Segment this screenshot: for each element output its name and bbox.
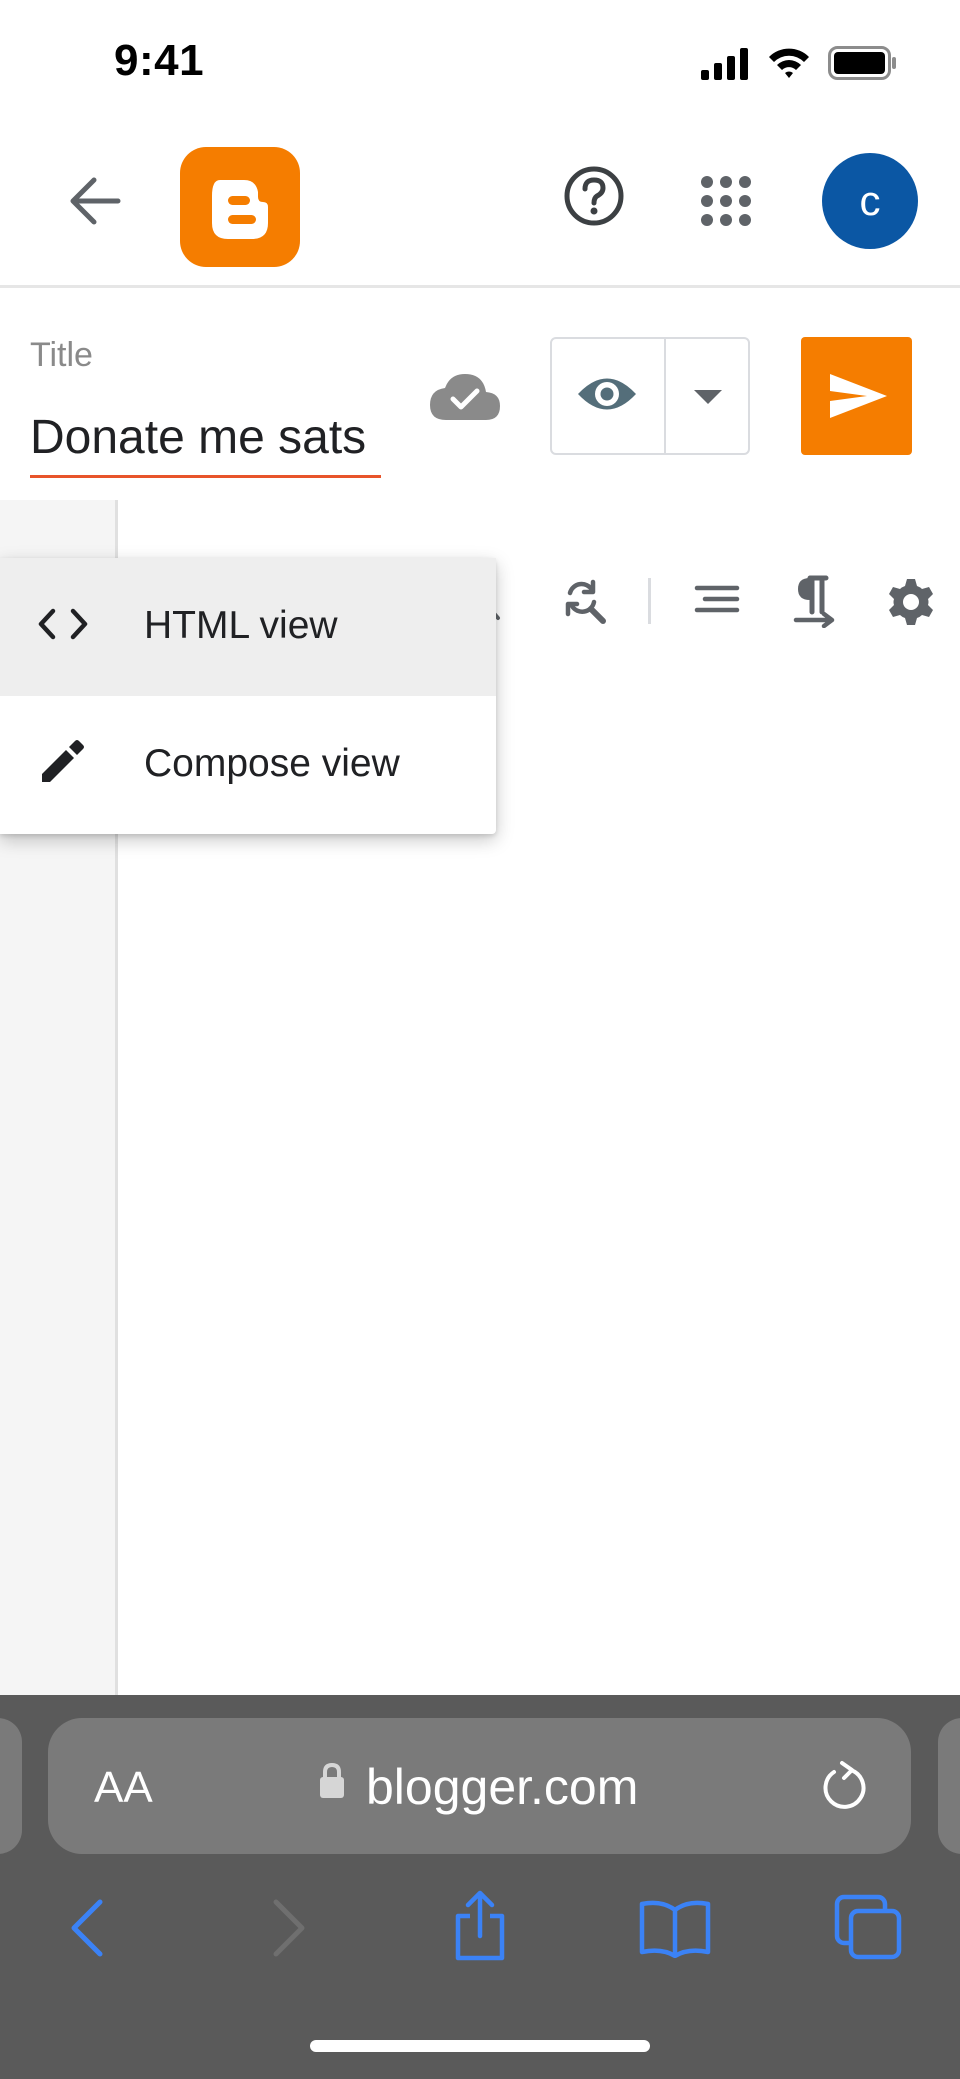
dropdown-arrow-icon[interactable] bbox=[692, 388, 724, 406]
back-arrow-icon[interactable] bbox=[66, 174, 122, 228]
menu-item-html-view[interactable]: HTML view bbox=[0, 558, 496, 696]
editor-view-menu: HTML view Compose view bbox=[0, 558, 496, 834]
settings-gear-icon[interactable] bbox=[886, 577, 936, 627]
reload-icon[interactable] bbox=[820, 1760, 870, 1812]
title-underline bbox=[30, 475, 381, 478]
browser-forward-icon bbox=[268, 1898, 308, 1958]
help-icon[interactable] bbox=[563, 165, 625, 227]
apps-grid-icon[interactable] bbox=[700, 175, 752, 227]
code-icon bbox=[38, 605, 88, 643]
header-divider bbox=[0, 285, 960, 288]
status-time: 9:41 bbox=[114, 36, 205, 85]
title-input[interactable]: Donate me sats bbox=[30, 410, 366, 465]
home-indicator bbox=[310, 2040, 650, 2052]
title-label: Title bbox=[30, 336, 93, 374]
menu-item-label: HTML view bbox=[144, 604, 338, 647]
text-size-button[interactable]: AA bbox=[94, 1763, 153, 1813]
battery-icon bbox=[828, 46, 898, 80]
menu-item-compose-view[interactable]: Compose view bbox=[0, 696, 496, 834]
text-size-label: AA bbox=[94, 1763, 153, 1812]
url-text[interactable]: blogger.com bbox=[366, 1758, 638, 1816]
lock-icon bbox=[318, 1762, 346, 1800]
blogger-logo[interactable] bbox=[180, 147, 300, 267]
bookmarks-icon[interactable] bbox=[638, 1898, 712, 1958]
pencil-icon bbox=[40, 738, 86, 784]
menu-item-label: Compose view bbox=[144, 742, 400, 785]
search-replace-icon[interactable] bbox=[558, 576, 608, 626]
preview-eye-icon[interactable] bbox=[576, 371, 638, 417]
tabs-icon[interactable] bbox=[834, 1894, 904, 1962]
toolbar-separator bbox=[648, 578, 651, 624]
cellular-signal-icon bbox=[700, 48, 750, 80]
format-align-icon[interactable] bbox=[694, 584, 740, 618]
wifi-icon bbox=[766, 46, 812, 80]
previous-tab-peek[interactable] bbox=[0, 1718, 22, 1854]
publish-button[interactable] bbox=[801, 337, 912, 455]
account-avatar[interactable]: c bbox=[822, 153, 918, 249]
paragraph-direction-icon[interactable] bbox=[792, 574, 838, 628]
next-tab-peek[interactable] bbox=[938, 1718, 960, 1854]
browser-back-icon[interactable] bbox=[68, 1898, 108, 1958]
share-icon[interactable] bbox=[450, 1890, 510, 1962]
preview-split-divider bbox=[664, 339, 666, 453]
saved-cloud-icon bbox=[428, 368, 502, 422]
